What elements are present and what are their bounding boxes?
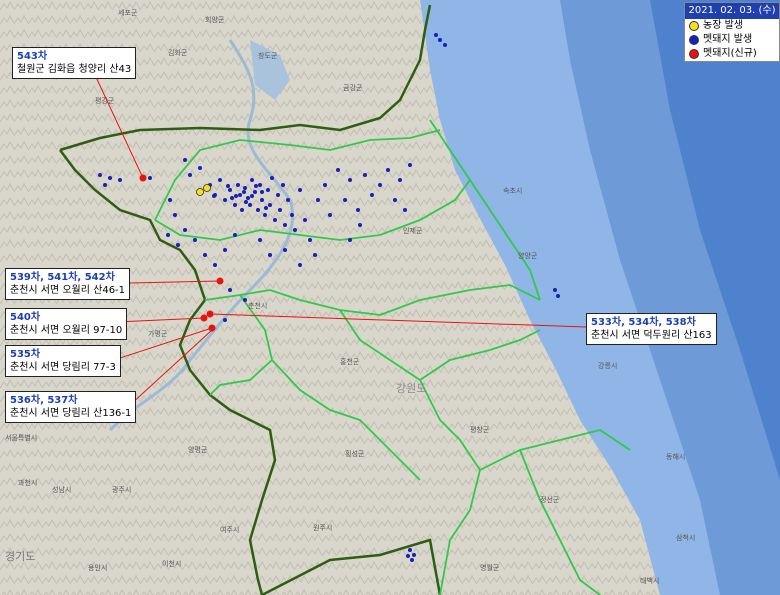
callout-title: 539차, 541차, 542차: [10, 272, 115, 283]
callout-address: 춘천시 서면 덕두원리 산163: [591, 330, 712, 341]
wild-boar-dot-icon: [689, 35, 699, 45]
place-label: 가평군: [148, 329, 168, 338]
callout-title: 540차: [10, 312, 41, 323]
place-label: 횡성군: [345, 449, 365, 458]
farm-dot-icon: [689, 21, 699, 31]
legend-item-wild-boar: 멧돼지 발생: [685, 33, 779, 47]
callout-533-534-538: 533차, 534차, 538차 춘천시 서면 덕두원리 산163: [586, 313, 717, 345]
place-label: 인제군: [403, 226, 423, 235]
new-wild-boar-dot-icon: [689, 49, 699, 59]
callout-address: 철원군 김화읍 청양리 산43: [17, 64, 132, 75]
place-label: 경기도: [5, 550, 35, 563]
callout-540: 540차 춘천시 서면 오월리 97-10: [5, 308, 128, 340]
legend-item-farm: 농장 발생: [685, 19, 779, 33]
place-label: 용인시: [88, 563, 107, 572]
legend-item-new-wild-boar: 멧돼지(신규): [685, 47, 779, 61]
place-label: 원주시: [313, 523, 332, 532]
place-label: 태백시: [640, 576, 659, 585]
place-label: 강원도: [396, 382, 426, 395]
place-label: 강릉시: [598, 361, 617, 370]
callout-title: 543차: [17, 51, 48, 62]
place-label: 삼척시: [676, 533, 695, 542]
place-label: 서울특별시: [5, 433, 37, 442]
legend-date: 2021. 02. 03. (수): [685, 3, 779, 19]
place-label: 춘천시: [248, 301, 267, 310]
callout-543: 543차 철원군 김화읍 청양리 산43: [12, 47, 137, 79]
place-label: 동해시: [666, 452, 685, 461]
place-label: 김화군: [168, 49, 188, 57]
place-label: 정선군: [540, 495, 560, 504]
callout-title: 535차: [10, 349, 41, 360]
place-label: 여주시: [220, 525, 239, 534]
legend-label: 멧돼지(신규): [703, 48, 757, 59]
place-label: 과천시: [18, 478, 37, 487]
place-label: 성남시: [52, 485, 71, 494]
place-label: 세포군: [118, 8, 138, 17]
callout-title: 533차, 534차, 538차: [591, 317, 696, 328]
legend: 2021. 02. 03. (수) 농장 발생 멧돼지 발생 멧돼지(신규): [684, 2, 780, 62]
callout-address: 춘천시 서면 오월리 97-10: [10, 325, 123, 336]
place-label: 평창군: [470, 425, 490, 434]
legend-label: 멧돼지 발생: [703, 34, 753, 45]
callout-address: 춘천시 서면 당림리 산136-1: [10, 408, 132, 419]
place-label: 금강군: [343, 83, 363, 92]
place-label: 속초시: [503, 187, 522, 195]
place-label: 양양군: [518, 252, 538, 260]
place-label: 평강군: [95, 96, 115, 105]
place-label: 영월군: [480, 563, 500, 572]
callout-535: 535차 춘천시 서면 당림리 77-3: [5, 345, 121, 377]
callout-address: 춘천시 서면 오월리 산46-1: [10, 285, 126, 296]
callout-address: 춘천시 서면 당림리 77-3: [10, 362, 116, 373]
place-label: 광주시: [112, 486, 131, 494]
place-label: 양평군: [188, 445, 208, 454]
place-label: 이천시: [162, 559, 181, 568]
place-label: 창도군: [258, 52, 278, 60]
callout-539-541-542: 539차, 541차, 542차 춘천시 서면 오월리 산46-1: [5, 268, 131, 300]
legend-label: 농장 발생: [703, 20, 743, 31]
callout-title: 536차, 537차: [10, 395, 78, 406]
place-label: 회양군: [205, 16, 225, 24]
callout-536-537: 536차, 537차 춘천시 서면 당림리 산136-1: [5, 391, 137, 423]
place-label: 홍천군: [340, 357, 360, 366]
